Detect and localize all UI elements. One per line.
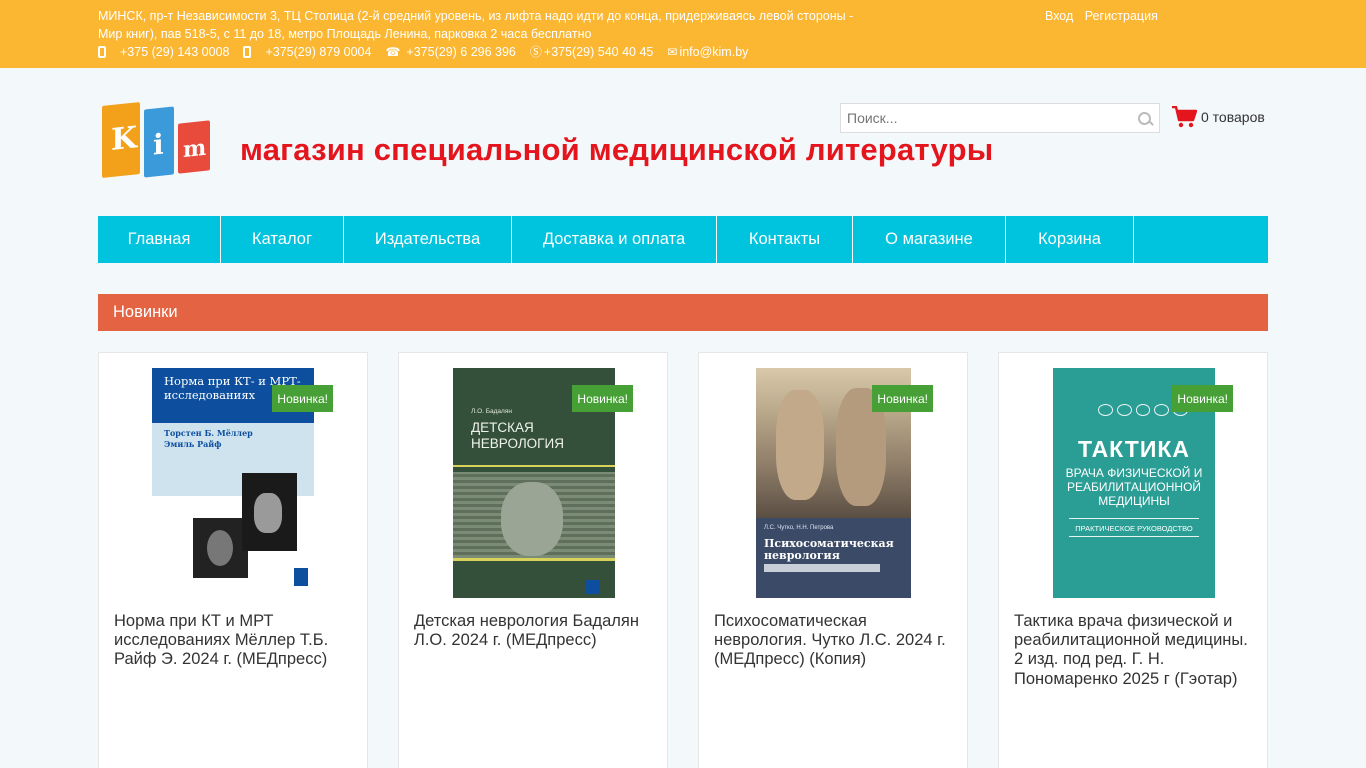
product-card[interactable]: ТАКТИКА ВРАЧА ФИЗИЧЕСКОЙ И РЕАБИЛИТАЦИОН… (998, 352, 1268, 768)
mobile-phone-icon (98, 46, 106, 58)
search-input[interactable] (841, 104, 1129, 132)
mobile-phone-icon (243, 46, 252, 58)
envelope-icon: ✉ (667, 45, 678, 59)
auth-links: Вход Регистрация (1045, 7, 1166, 25)
nav-item-about[interactable]: О магазине (853, 216, 1006, 263)
nav-item-publishers[interactable]: Издательства (344, 216, 512, 263)
search-icon[interactable] (1129, 104, 1159, 132)
product-title[interactable]: Тактика врача физической и реабилитацион… (1014, 612, 1259, 689)
product-card[interactable]: Л.С. Чутко, Н.Н. Петрова Психосоматическ… (698, 352, 968, 768)
cart-count: 0 товаров (1201, 109, 1265, 125)
product-card[interactable]: Норма при КТ- и МРТ-исследованиях Торсте… (98, 352, 368, 768)
contact-skype: Ⓢ +375(29) 540 40 45 (529, 45, 654, 59)
books-logo-icon: K i m (98, 102, 214, 180)
site-tagline: магазин специальной медицинской литерату… (240, 132, 994, 167)
nav-item-cart[interactable]: Корзина (1006, 216, 1134, 263)
product-image[interactable]: Норма при КТ- и МРТ-исследованиях Торсте… (119, 368, 349, 598)
new-badge: Новинка! (572, 385, 633, 412)
skype-icon: Ⓢ (529, 45, 542, 59)
nav-item-delivery[interactable]: Доставка и оплата (512, 216, 717, 263)
product-title[interactable]: Детская неврология Бадалян Л.О. 2024 г. … (414, 612, 659, 650)
nav-item-catalog[interactable]: Каталог (221, 216, 344, 263)
nav-item-contacts[interactable]: Контакты (717, 216, 853, 263)
contact-phone-1: +375 (29) 143 0008 (98, 45, 229, 59)
product-image[interactable]: ТАКТИКА ВРАЧА ФИЗИЧЕСКОЙ И РЕАБИЛИТАЦИОН… (1019, 368, 1249, 598)
main-nav: Главная Каталог Издательства Доставка и … (98, 216, 1268, 263)
landline-phone-icon: ☎ (385, 45, 401, 59)
product-image[interactable]: Л.О. Бадалян ДЕТСКАЯ НЕВРОЛОГИЯ Новинка! (419, 368, 649, 598)
login-link[interactable]: Вход (1045, 9, 1073, 23)
book-blue: i (144, 106, 174, 178)
section-title-new: Новинки (98, 294, 1268, 331)
top-bar: МИНСК, пр-т Независимости 3, ТЦ Столица … (0, 0, 1366, 68)
product-title[interactable]: Норма при КТ и МРТ исследованиях Мёллер … (114, 612, 359, 670)
book-red: m (178, 120, 210, 174)
new-badge: Новинка! (272, 385, 333, 412)
contact-email[interactable]: ✉ info@kim.by (667, 45, 748, 59)
product-title[interactable]: Психосоматическая неврология. Чутко Л.С.… (714, 612, 959, 670)
product-card[interactable]: Л.О. Бадалян ДЕТСКАЯ НЕВРОЛОГИЯ Новинка!… (398, 352, 668, 768)
new-badge: Новинка! (1172, 385, 1233, 412)
register-link[interactable]: Регистрация (1085, 9, 1158, 23)
contact-phone-3: ☎ +375(29) 6 296 396 (385, 45, 516, 59)
nav-item-home[interactable]: Главная (98, 216, 221, 263)
product-image[interactable]: Л.С. Чутко, Н.Н. Петрова Психосоматическ… (719, 368, 949, 598)
cart-widget[interactable]: 0 товаров (1172, 104, 1265, 130)
shopping-cart-icon (1172, 106, 1197, 128)
contact-phone-2: +375(29) 879 0004 (243, 45, 371, 59)
new-badge: Новинка! (872, 385, 933, 412)
book-orange: K (102, 102, 140, 178)
contacts-row: +375 (29) 143 0008 +375(29) 879 0004 ☎ +… (98, 43, 762, 61)
search-box (840, 103, 1160, 133)
store-address: МИНСК, пр-т Независимости 3, ТЦ Столица … (98, 9, 854, 41)
